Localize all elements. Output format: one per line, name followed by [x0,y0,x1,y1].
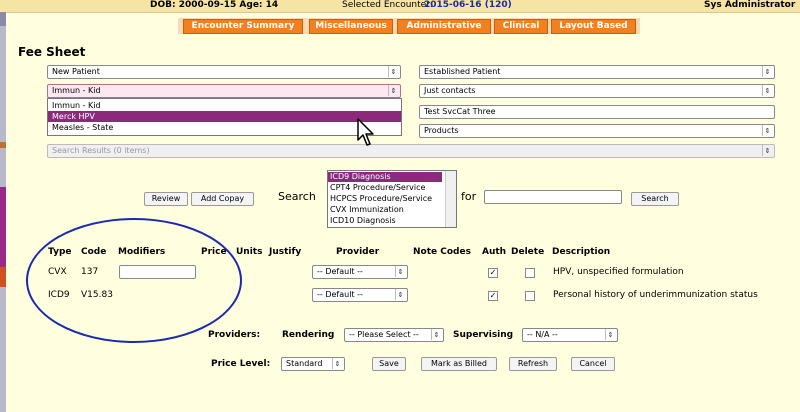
select-value: Immun - Kid [52,86,101,95]
provider-select[interactable]: -- Default -- ⇕ [312,288,408,302]
select-value: -- N/A -- [527,330,558,339]
chevron-updown-icon: ⇕ [388,66,398,77]
provider-select[interactable]: -- Default -- ⇕ [312,265,408,279]
select-value: Test SvcCat Three [424,107,496,116]
user-name[interactable]: Sys Administrator [704,0,795,11]
chevron-updown-icon: ⇕ [762,145,772,156]
select-value: Established Patient [424,67,501,76]
rail-marker [0,267,6,287]
chevron-updown-icon: ⇕ [605,329,615,340]
tab-administrative[interactable]: Administrative [397,19,491,34]
price-level-label: Price Level: [211,359,271,369]
chevron-updown-icon: ⇕ [388,85,398,96]
tab-layout-based[interactable]: Layout Based [551,19,636,34]
auth-checkbox[interactable]: ✓ [488,291,498,301]
rendering-provider-select[interactable]: -- Please Select -- ⇕ [344,328,444,342]
price-level-select[interactable]: Standard ⇕ [281,357,345,371]
refresh-button[interactable]: Refresh [509,357,557,371]
annotation-ellipse [26,218,242,343]
save-button[interactable]: Save [372,357,406,371]
for-label: for [461,190,477,203]
mark-as-billed-button[interactable]: Mark as Billed [421,357,497,371]
code-type-option[interactable]: ICD9 Diagnosis [328,172,442,182]
category-select-established-patient[interactable]: Established Patient ⇕ [419,65,775,79]
code-type-option[interactable]: ICD10 Diagnosis [328,216,442,226]
patient-dob-age: DOB: 2000-09-15 Age: 14 [150,0,279,10]
cancel-button[interactable]: Cancel [571,357,615,371]
chevron-updown-icon: ⇕ [332,358,342,369]
code-type-listbox[interactable]: ICD9 Diagnosis CPT4 Procedure/Service HC… [327,170,457,228]
col-header-description: Description [552,247,611,257]
category-select-new-patient[interactable]: New Patient ⇕ [47,65,401,79]
category-select-immun-kid[interactable]: Immun - Kid ⇕ [47,84,401,98]
code-type-option[interactable]: CPT4 Procedure/Service [328,183,442,193]
category-select-products[interactable]: Products ⇕ [419,124,775,138]
search-term-input[interactable] [484,190,622,204]
tab-encounter-summary[interactable]: Encounter Summary [183,19,303,34]
select-value: Search Results (0 items) [52,146,150,155]
col-header-delete: Delete [511,247,545,257]
search-label: Search [278,190,316,203]
encounter-link[interactable]: 2015-06-16 (120) [424,0,512,11]
code-type-option[interactable]: CVX Immunization [328,205,442,215]
category-select-just-contacts[interactable]: Just contacts ⇕ [419,84,775,98]
row-description: Personal history of underimmunization st… [553,290,758,300]
page-title: Fee Sheet [18,45,86,59]
chevron-updown-icon: ⇕ [395,289,405,300]
chevron-updown-icon: ⇕ [762,85,772,96]
col-header-auth: Auth [482,247,507,257]
delete-checkbox[interactable] [525,268,535,278]
listbox-scrollbar[interactable] [445,171,456,227]
dropdown-option-highlighted[interactable]: Merck HPV [48,111,401,122]
rail-scroll-up[interactable] [0,12,6,26]
tab-miscellaneous[interactable]: Miscellaneous [309,19,393,34]
row-description: HPV, unspecified formulation [553,267,684,277]
review-button[interactable]: Review [144,192,188,206]
code-type-option[interactable]: HCPCS Procedure/Service [328,194,442,204]
supervising-provider-select[interactable]: -- N/A -- ⇕ [522,328,618,342]
dropdown-option[interactable]: Immun - Kid [48,100,401,111]
delete-checkbox[interactable] [525,291,535,301]
rail-marker [0,142,6,148]
col-header-provider: Provider [336,247,380,257]
left-frame-rail [0,12,6,412]
encounter-label: Selected Encounter: [342,0,433,10]
search-results-select: Search Results (0 items) ⇕ [47,144,775,158]
rail-marker [0,187,6,267]
chevron-updown-icon: ⇕ [762,125,772,136]
search-button[interactable]: Search [631,192,679,206]
add-copay-button[interactable]: Add Copay [191,192,254,206]
category-select-test-svccat-three[interactable]: Test SvcCat Three [419,105,775,119]
select-value: New Patient [52,67,100,76]
col-header-note-codes: Note Codes [413,247,471,257]
rendering-label: Rendering [282,330,335,340]
dropdown-popup: Immun - Kid Merck HPV Measles - State [47,98,402,136]
select-value: -- Please Select -- [349,330,419,339]
col-header-justify: Justify [269,247,302,257]
tab-clinical[interactable]: Clinical [494,19,548,34]
select-value: -- Default -- [317,290,363,299]
select-value: -- Default -- [317,267,363,276]
auth-checkbox[interactable]: ✓ [488,268,498,278]
supervising-label: Supervising [453,330,514,340]
dropdown-option[interactable]: Measles - State [48,122,401,133]
chevron-updown-icon: ⇕ [431,329,441,340]
patient-header-bar: DOB: 2000-09-15 Age: 14 Selected Encount… [0,0,800,13]
mouse-cursor-icon [357,118,374,146]
select-value: Just contacts [424,86,476,95]
chevron-updown-icon: ⇕ [395,266,405,277]
select-value: Standard [286,359,323,368]
providers-label: Providers: [208,330,261,340]
col-header-units: Units [236,247,263,257]
select-value: Products [424,126,459,135]
chevron-updown-icon: ⇕ [762,66,772,77]
